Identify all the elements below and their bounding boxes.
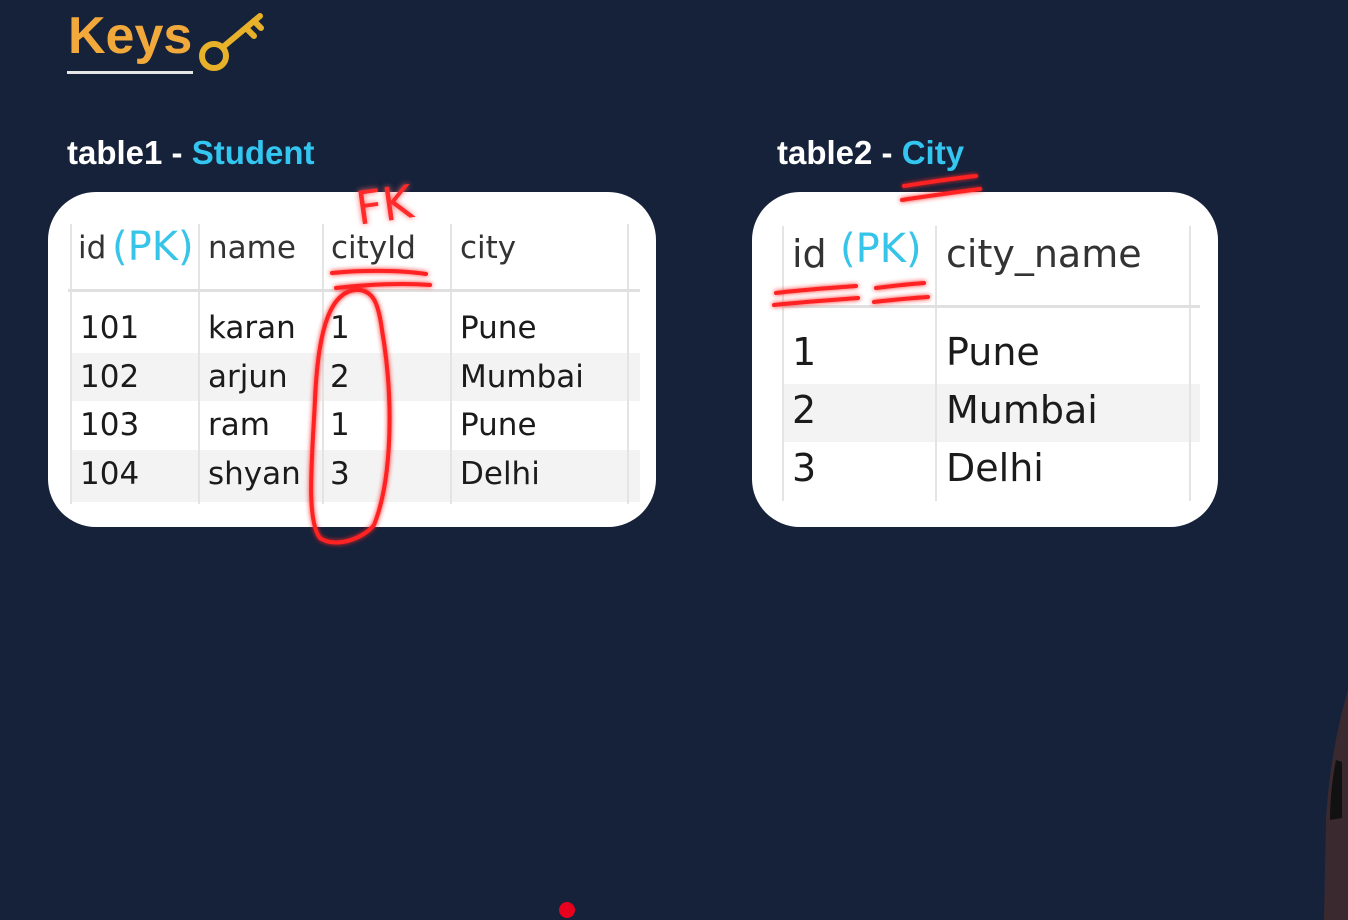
table-cell: 102 [80, 359, 140, 395]
table2-label-prefix: table2 - [777, 134, 902, 171]
pk-note: (PK) [840, 226, 922, 272]
grid-line [935, 226, 937, 501]
recording-dot [559, 902, 575, 918]
table-cell: arjun [208, 359, 288, 395]
grid-line [70, 224, 72, 504]
key-icon [199, 13, 264, 71]
table-cell: Mumbai [946, 388, 1098, 432]
column-header-id: id [78, 230, 107, 266]
table-cell: 103 [80, 407, 140, 443]
table2-label-name: City [901, 134, 965, 171]
table-cell: karan [208, 310, 296, 346]
title-underline [67, 71, 193, 74]
header-separator [68, 289, 640, 292]
column-header-name: name [208, 230, 296, 266]
table-cell: 1 [330, 407, 350, 443]
table-cell: Pune [460, 310, 537, 346]
grid-line [627, 224, 629, 504]
table-cell: Pune [460, 407, 537, 443]
row-stripe [70, 450, 640, 502]
table1-label: table1 - Student [67, 134, 315, 172]
column-header-cityid: cityId [331, 230, 416, 266]
grid-line [782, 226, 784, 501]
table-cell: Pune [946, 330, 1040, 374]
table-cell: 3 [792, 446, 817, 490]
table-cell: 1 [330, 310, 350, 346]
city-table: id (PK) city_name 1 Pune 2 Mumbai 3 Delh… [752, 192, 1218, 527]
fk-note: FK [352, 174, 417, 236]
grid-line [450, 224, 452, 504]
column-header-city-name: city_name [946, 232, 1142, 276]
table2-label: table2 - City [777, 134, 964, 172]
table-cell: 1 [792, 330, 817, 374]
student-table: id (PK) name cityId city 101 karan 1 Pun… [48, 192, 656, 527]
table-cell: ram [208, 407, 270, 443]
table-cell: shyan [208, 456, 301, 492]
page-title: Keys [68, 7, 193, 65]
table-cell: 2 [330, 359, 350, 395]
table-cell: 101 [80, 310, 140, 346]
grid-line [198, 224, 200, 504]
pk-note: (PK) [112, 224, 194, 270]
grid-line [322, 224, 324, 504]
table1-label-prefix: table1 - [67, 134, 192, 171]
header-separator [782, 305, 1200, 308]
table-cell: 2 [792, 388, 817, 432]
table-cell: Delhi [946, 446, 1044, 490]
presenter-silhouette [1324, 690, 1348, 920]
column-header-id: id [792, 232, 827, 276]
grid-line [1189, 226, 1191, 501]
column-header-city: city [460, 230, 517, 266]
table-cell: Mumbai [460, 359, 584, 395]
table-cell: 3 [330, 456, 350, 492]
table-cell: Delhi [460, 456, 540, 492]
table-cell: 104 [80, 456, 140, 492]
table1-label-name: Student [191, 134, 315, 171]
